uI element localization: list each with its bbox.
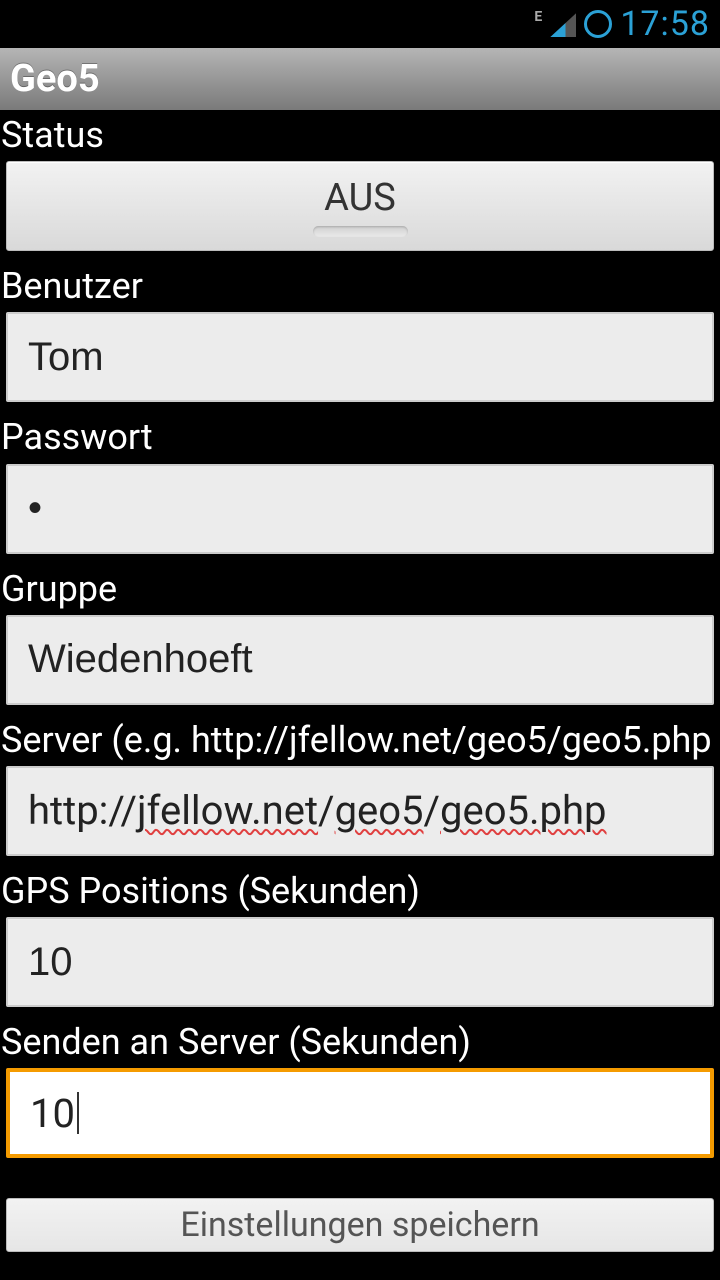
- password-label: Passwort: [0, 412, 720, 463]
- toggle-indicator: [313, 226, 408, 237]
- user-input[interactable]: [6, 312, 714, 402]
- server-input-text: http://jfellow.net/geo5/geo5.php: [28, 787, 607, 834]
- group-label: Gruppe: [0, 564, 720, 615]
- status-toggle-button[interactable]: AUS: [6, 161, 714, 251]
- settings-form: Status AUS Benutzer Passwort Gruppe Serv…: [0, 110, 720, 1252]
- network-type-badge: E: [534, 9, 542, 25]
- gps-interval-label: GPS Positions (Sekunden): [0, 866, 720, 917]
- status-label: Status: [0, 110, 720, 161]
- send-interval-value: 10: [30, 1090, 75, 1137]
- signal-icon: E: [542, 9, 576, 39]
- gps-interval-input[interactable]: [6, 917, 714, 1007]
- clock: 17:58: [620, 4, 710, 44]
- text-caret: [77, 1092, 79, 1134]
- group-input[interactable]: [6, 615, 714, 705]
- android-statusbar: E 17:58: [0, 0, 720, 48]
- save-settings-button[interactable]: Einstellungen speichern: [6, 1198, 714, 1252]
- send-interval-input[interactable]: 10: [6, 1068, 714, 1158]
- app-titlebar: Geo5: [0, 48, 720, 110]
- password-input[interactable]: [6, 464, 714, 554]
- app-title: Geo5: [10, 57, 100, 101]
- server-input[interactable]: http://jfellow.net/geo5/geo5.php: [6, 766, 714, 856]
- server-label: Server (e.g. http://jfellow.net/geo5/geo…: [0, 715, 720, 766]
- status-toggle-text: AUS: [324, 176, 396, 220]
- sync-ring-icon: [584, 10, 612, 38]
- send-interval-label: Senden an Server (Sekunden): [0, 1017, 720, 1068]
- user-label: Benutzer: [0, 261, 720, 312]
- save-button-label: Einstellungen speichern: [180, 1205, 539, 1245]
